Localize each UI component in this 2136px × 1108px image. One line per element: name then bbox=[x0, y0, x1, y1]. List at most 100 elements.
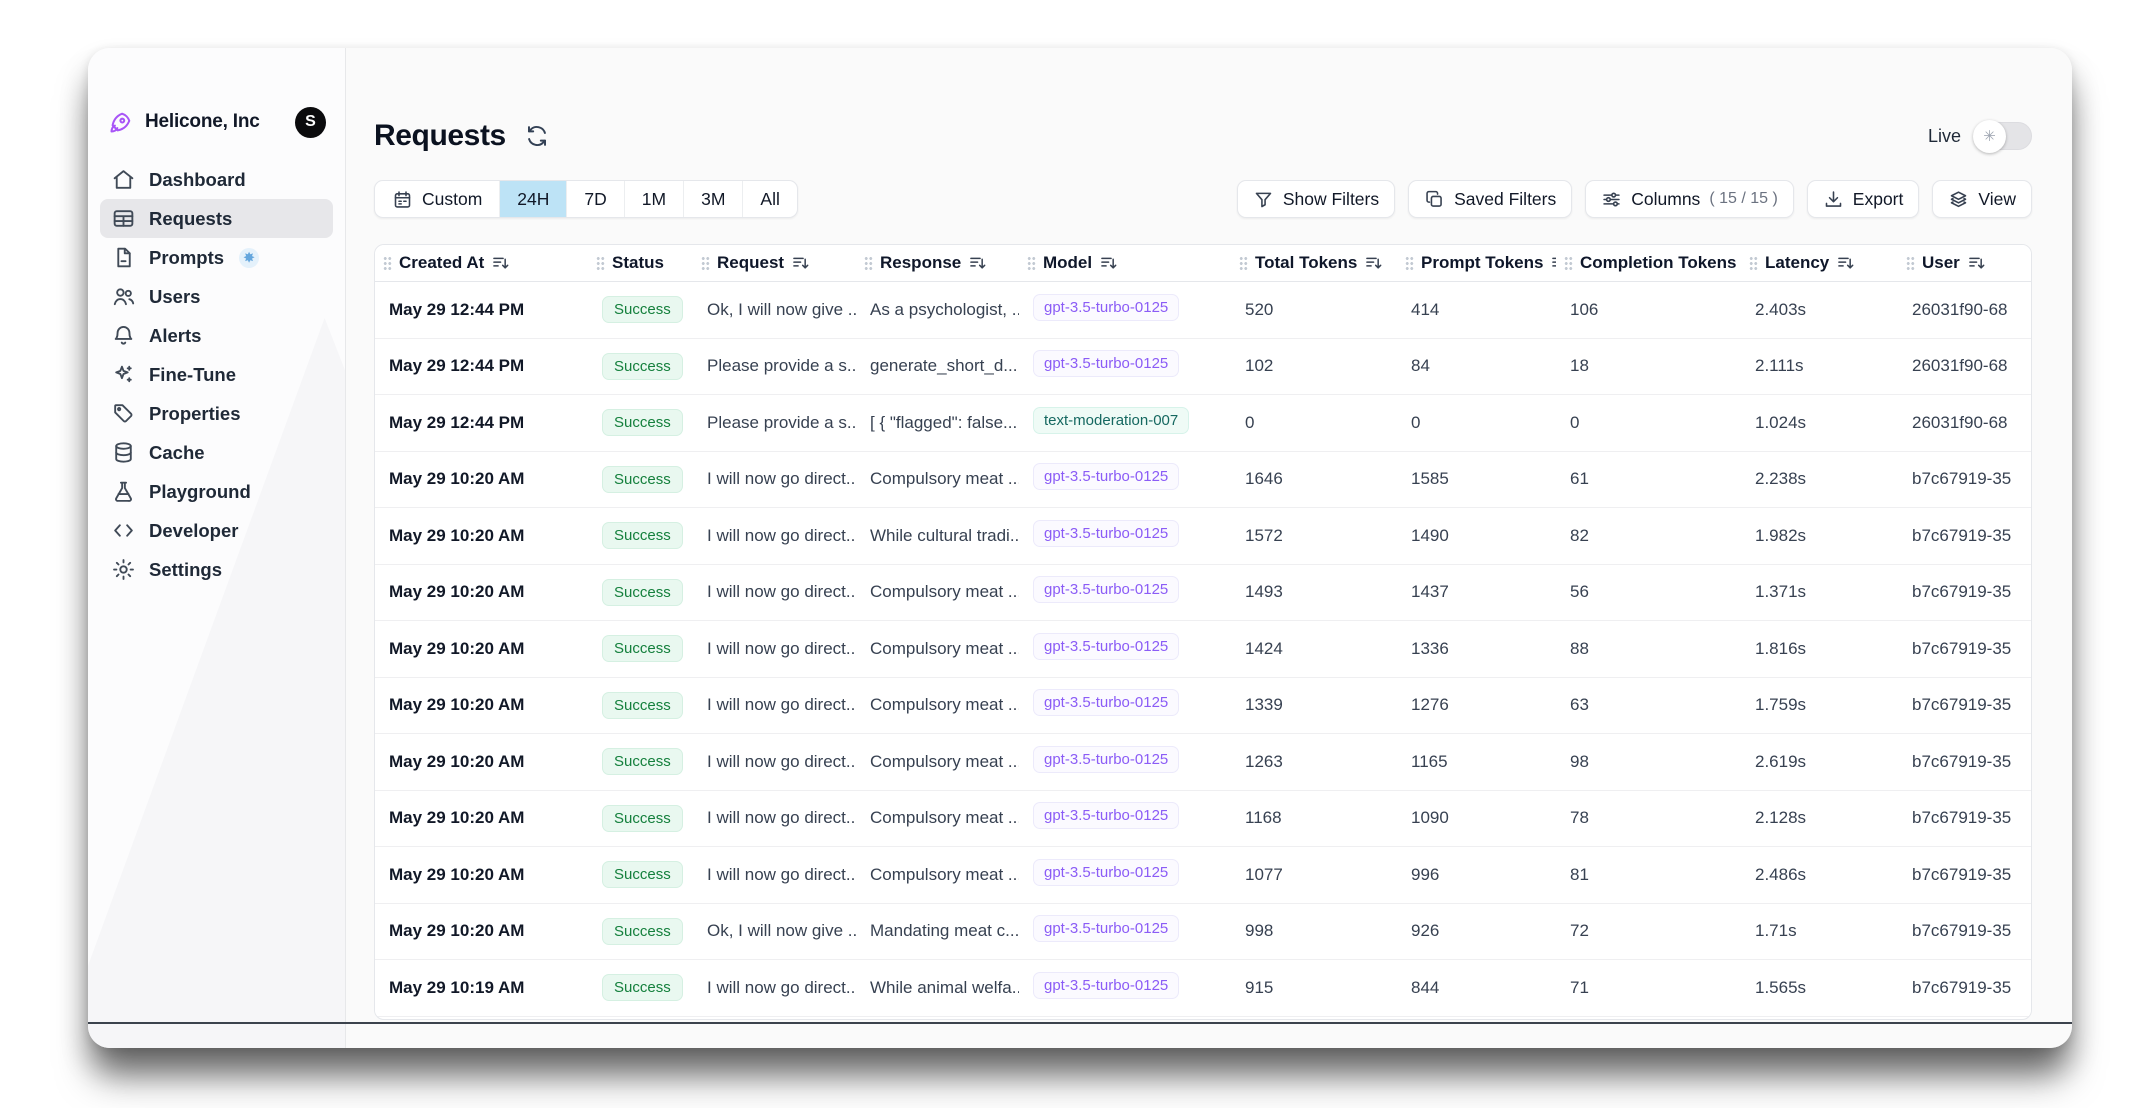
table-row[interactable]: May 29 12:44 PMSuccessPlease provide a s… bbox=[375, 339, 2031, 396]
cell-completion-tokens: 61 bbox=[1556, 469, 1741, 489]
cell-model: gpt-3.5-turbo-0125 bbox=[1019, 972, 1231, 1004]
sidebar-item-fine-tune[interactable]: Fine-Tune bbox=[100, 355, 333, 394]
cell-status: Success bbox=[588, 522, 693, 549]
drag-handle-icon[interactable] bbox=[383, 256, 392, 271]
sidebar-item-requests[interactable]: Requests bbox=[100, 199, 333, 238]
time-range-7d[interactable]: 7D bbox=[566, 181, 623, 217]
column-header-prompt-tokens[interactable]: Prompt Tokens bbox=[1397, 253, 1556, 273]
column-header-model[interactable]: Model bbox=[1019, 253, 1231, 273]
column-header-response[interactable]: Response bbox=[856, 253, 1019, 273]
column-header-status[interactable]: Status bbox=[588, 253, 693, 273]
cell-model: gpt-3.5-turbo-0125 bbox=[1019, 859, 1231, 891]
sidebar-item-prompts[interactable]: Prompts✸ bbox=[100, 238, 333, 277]
drag-handle-icon[interactable] bbox=[596, 256, 605, 271]
time-range-all[interactable]: All bbox=[742, 181, 796, 217]
column-header-total-tokens[interactable]: Total Tokens bbox=[1231, 253, 1397, 273]
column-header-created-at[interactable]: Created At bbox=[375, 253, 588, 273]
cell-model: gpt-3.5-turbo-0125 bbox=[1019, 350, 1231, 382]
flask-icon bbox=[111, 479, 136, 504]
column-header-user[interactable]: User bbox=[1898, 253, 2013, 273]
drag-handle-icon[interactable] bbox=[1906, 256, 1915, 271]
cell-total-tokens: 1339 bbox=[1231, 695, 1397, 715]
table-row[interactable]: May 29 10:20 AMSuccessI will now go dire… bbox=[375, 734, 2031, 791]
sort-icon[interactable] bbox=[1836, 253, 1856, 273]
cell-latency: 2.128s bbox=[1741, 808, 1898, 828]
sort-icon[interactable] bbox=[1967, 253, 1987, 273]
time-range-1m[interactable]: 1M bbox=[624, 181, 683, 217]
table-row[interactable]: May 29 10:20 AMSuccessI will now go dire… bbox=[375, 565, 2031, 622]
sidebar-item-label: Dashboard bbox=[149, 169, 246, 191]
requests-table: Created At StatusRequestResponseModelTota… bbox=[374, 244, 2032, 1020]
column-header-completion-tokens[interactable]: Completion Tokens bbox=[1556, 253, 1741, 273]
column-header-request[interactable]: Request bbox=[693, 253, 856, 273]
sidebar-item-users[interactable]: Users bbox=[100, 277, 333, 316]
sidebar-item-dashboard[interactable]: Dashboard bbox=[100, 160, 333, 199]
export-button[interactable]: Export bbox=[1807, 180, 1920, 218]
status-badge: Success bbox=[602, 409, 683, 436]
column-header-latency[interactable]: Latency bbox=[1741, 253, 1898, 273]
cell-user: b7c67919-35 bbox=[1898, 639, 2013, 659]
cell-completion-tokens: 0 bbox=[1556, 413, 1741, 433]
drag-handle-icon[interactable] bbox=[864, 256, 873, 271]
sidebar-item-label: Developer bbox=[149, 520, 238, 542]
drag-handle-icon[interactable] bbox=[1027, 256, 1036, 271]
table-row[interactable]: May 29 12:44 PMSuccessPlease provide a s… bbox=[375, 395, 2031, 452]
show-filters-button[interactable]: Show Filters bbox=[1237, 180, 1395, 218]
sort-icon[interactable] bbox=[491, 253, 511, 273]
rocket-icon bbox=[107, 109, 134, 136]
sidebar-item-label: Prompts bbox=[149, 247, 224, 269]
view-button-label: View bbox=[1978, 189, 2016, 210]
live-toggle[interactable]: ✳ bbox=[1974, 122, 2032, 150]
cell-latency: 1.71s bbox=[1741, 921, 1898, 941]
status-badge: Success bbox=[602, 861, 683, 888]
drag-handle-icon[interactable] bbox=[1564, 256, 1573, 271]
view-button[interactable]: View bbox=[1932, 180, 2032, 218]
avatar[interactable]: S bbox=[295, 107, 326, 138]
table-row[interactable]: May 29 10:20 AMSuccessI will now go dire… bbox=[375, 621, 2031, 678]
cell-created-at: May 29 10:20 AM bbox=[375, 808, 588, 828]
cell-latency: 2.238s bbox=[1741, 469, 1898, 489]
table-row[interactable]: May 29 10:20 AMSuccessOk, I will now giv… bbox=[375, 904, 2031, 961]
sidebar-item-alerts[interactable]: Alerts bbox=[100, 316, 333, 355]
sort-icon[interactable] bbox=[791, 253, 811, 273]
sort-icon[interactable] bbox=[1099, 253, 1119, 273]
columns-button[interactable]: Columns( 15 / 15 ) bbox=[1585, 180, 1794, 218]
saved-filters-button[interactable]: Saved Filters bbox=[1408, 180, 1572, 218]
refresh-icon[interactable] bbox=[524, 123, 550, 149]
sidebar-item-properties[interactable]: Properties bbox=[100, 394, 333, 433]
table-row[interactable]: May 29 10:20 AMSuccessI will now go dire… bbox=[375, 452, 2031, 509]
sort-icon[interactable] bbox=[968, 253, 988, 273]
cell-status: Success bbox=[588, 409, 693, 436]
model-badge: gpt-3.5-turbo-0125 bbox=[1033, 520, 1179, 547]
column-label: Created At bbox=[399, 253, 484, 273]
drag-handle-icon[interactable] bbox=[701, 256, 710, 271]
cell-latency: 1.982s bbox=[1741, 526, 1898, 546]
sidebar-item-playground[interactable]: Playground bbox=[100, 472, 333, 511]
status-badge: Success bbox=[602, 522, 683, 549]
table-row[interactable]: May 29 10:19 AMSuccessI will now go dire… bbox=[375, 960, 2031, 1017]
table-row[interactable]: May 29 10:20 AMSuccessI will now go dire… bbox=[375, 847, 2031, 904]
sidebar-item-cache[interactable]: Cache bbox=[100, 433, 333, 472]
drag-handle-icon[interactable] bbox=[1239, 256, 1248, 271]
cell-created-at: May 29 10:20 AM bbox=[375, 582, 588, 602]
cell-total-tokens: 1168 bbox=[1231, 808, 1397, 828]
table-row[interactable]: May 29 10:20 AMSuccessI will now go dire… bbox=[375, 678, 2031, 735]
time-range-24h[interactable]: 24H bbox=[499, 181, 566, 217]
cell-response: Compulsory meat ... bbox=[856, 752, 1019, 772]
table-row[interactable]: May 29 10:20 AMSuccessI will now go dire… bbox=[375, 791, 2031, 848]
cell-latency: 1.565s bbox=[1741, 978, 1898, 998]
table-toolbar: Show Filters Saved Filters Columns( 15 / 1… bbox=[1237, 180, 2032, 218]
cell-model: gpt-3.5-turbo-0125 bbox=[1019, 463, 1231, 495]
sidebar-item-developer[interactable]: Developer bbox=[100, 511, 333, 550]
time-range-custom[interactable]: Custom bbox=[375, 181, 499, 217]
sidebar-item-label: Playground bbox=[149, 481, 251, 503]
drag-handle-icon[interactable] bbox=[1749, 256, 1758, 271]
table-row[interactable]: May 29 10:20 AMSuccessI will now go dire… bbox=[375, 508, 2031, 565]
org-switcher[interactable]: Helicone, Inc S bbox=[100, 104, 333, 140]
drag-handle-icon[interactable] bbox=[1405, 256, 1414, 271]
sort-icon[interactable] bbox=[1364, 253, 1384, 273]
time-range-3m[interactable]: 3M bbox=[683, 181, 742, 217]
sidebar-item-settings[interactable]: Settings bbox=[100, 550, 333, 589]
cell-total-tokens: 915 bbox=[1231, 978, 1397, 998]
table-row[interactable]: May 29 12:44 PMSuccessOk, I will now giv… bbox=[375, 282, 2031, 339]
